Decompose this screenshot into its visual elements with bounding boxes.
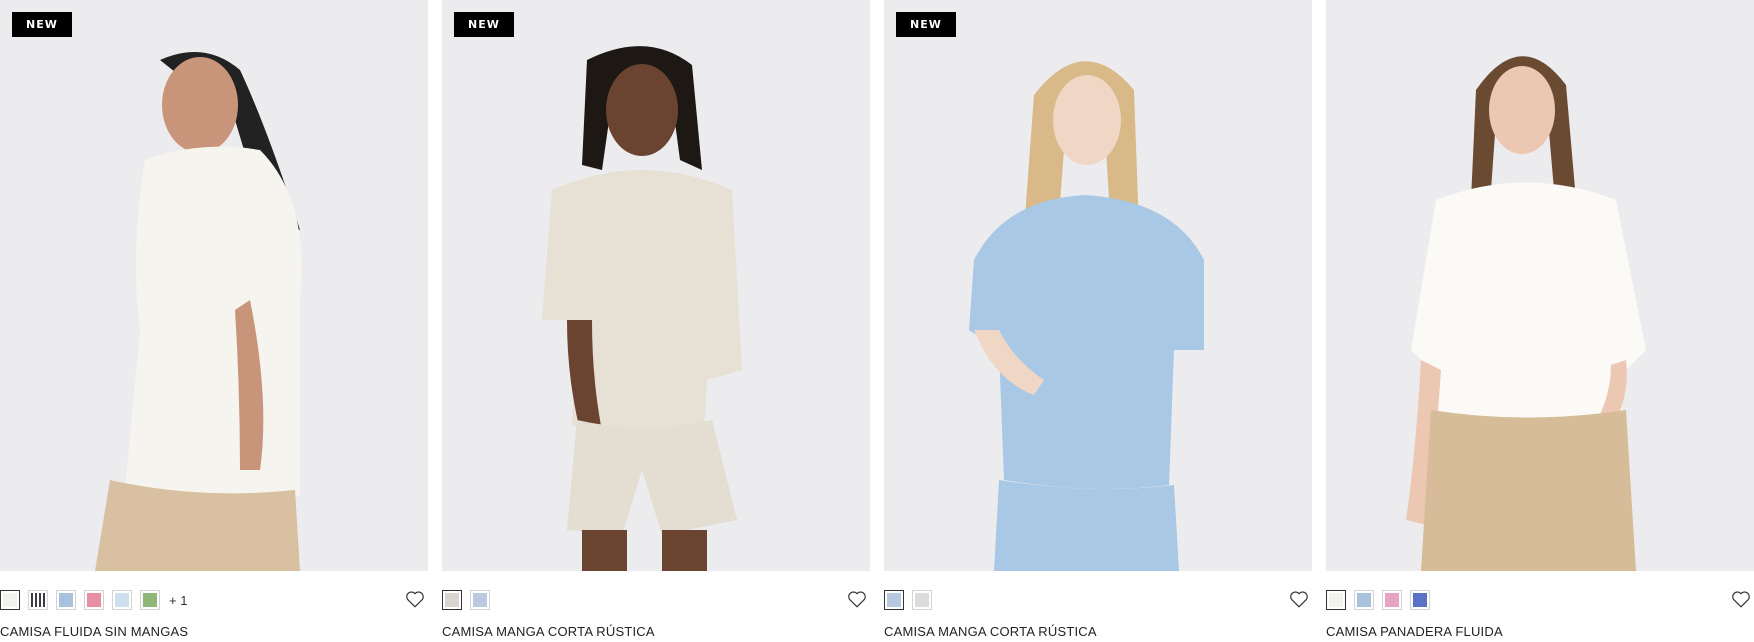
product-grid: NEW + 1 CAMISA FLUIDA SIN MANGAS NEW CAM… — [0, 0, 1754, 642]
heart-outline-icon[interactable] — [846, 588, 868, 610]
color-swatch[interactable] — [884, 590, 904, 610]
product-title[interactable]: CAMISA MANGA CORTA RÚSTICA — [884, 624, 1097, 639]
product-card: CAMISA PANADERA FLUIDA — [1326, 0, 1754, 642]
color-swatch[interactable] — [1410, 590, 1430, 610]
new-badge: NEW — [896, 12, 956, 37]
model-photo — [0, 0, 428, 571]
color-swatch[interactable] — [912, 590, 932, 610]
color-swatch[interactable] — [442, 590, 462, 610]
heart-outline-icon[interactable] — [1730, 588, 1752, 610]
new-badge: NEW — [12, 12, 72, 37]
product-image[interactable] — [1326, 0, 1754, 571]
color-swatch[interactable] — [140, 590, 160, 610]
new-badge: NEW — [454, 12, 514, 37]
product-title[interactable]: CAMISA MANGA CORTA RÚSTICA — [442, 624, 655, 639]
product-title[interactable]: CAMISA FLUIDA SIN MANGAS — [0, 624, 188, 639]
heart-outline-icon[interactable] — [404, 588, 426, 610]
product-card: NEW CAMISA MANGA CORTA RÚSTICA — [884, 0, 1312, 642]
heart-outline-icon[interactable] — [1288, 588, 1310, 610]
color-swatches — [442, 590, 490, 610]
color-swatch[interactable] — [1354, 590, 1374, 610]
color-swatch[interactable] — [56, 590, 76, 610]
color-swatches — [1326, 590, 1430, 610]
model-photo — [884, 0, 1312, 571]
model-photo — [1326, 0, 1754, 571]
product-image[interactable]: NEW — [0, 0, 428, 571]
product-title[interactable]: CAMISA PANADERA FLUIDA — [1326, 624, 1503, 639]
color-swatch[interactable] — [1326, 590, 1346, 610]
product-image[interactable]: NEW — [884, 0, 1312, 571]
color-swatches — [884, 590, 932, 610]
color-swatch[interactable] — [1382, 590, 1402, 610]
color-swatch[interactable] — [112, 590, 132, 610]
product-image[interactable]: NEW — [442, 0, 870, 571]
model-photo — [442, 0, 870, 571]
product-card: NEW CAMISA MANGA CORTA RÚSTICA — [442, 0, 870, 642]
color-swatch[interactable] — [0, 590, 20, 610]
color-swatch[interactable] — [28, 590, 48, 610]
more-colors-count[interactable]: + 1 — [169, 593, 187, 608]
product-card: NEW + 1 CAMISA FLUIDA SIN MANGAS — [0, 0, 428, 642]
color-swatch[interactable] — [84, 590, 104, 610]
color-swatches: + 1 — [0, 590, 187, 610]
color-swatch[interactable] — [470, 590, 490, 610]
